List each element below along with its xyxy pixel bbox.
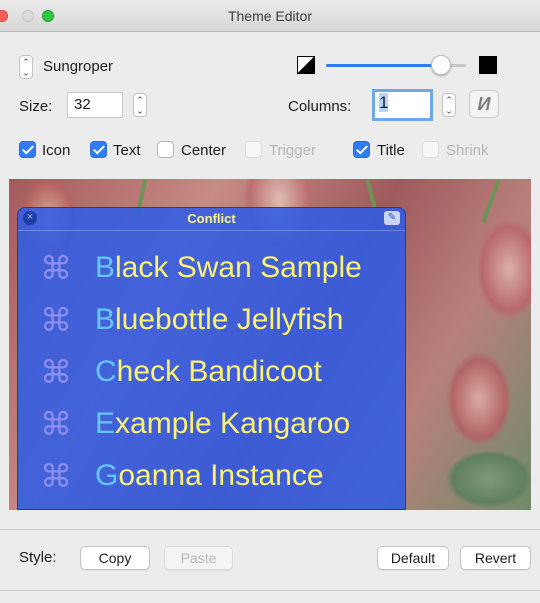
columns-value: 1 [379,93,389,112]
text-checkbox-label: Text [113,142,141,159]
list-item[interactable]: ⌘ Check Bandicoot [18,348,405,400]
item-text: Goanna Instance [95,452,324,500]
item-text: Black Swan Sample [95,244,362,292]
size-label: Size: [19,98,53,115]
list-item[interactable]: ⌘ Bluebottle Jellyfish [18,296,405,348]
flower-stem [365,179,377,210]
trigger-checkbox [245,141,262,158]
slider-knob[interactable] [431,55,451,75]
item-text: Check Bandicoot [95,348,322,396]
columns-field[interactable]: 1 [372,89,433,121]
size-field[interactable]: 32 [67,92,123,118]
text-checkbox[interactable] [90,141,107,158]
shrink-checkbox [422,141,439,158]
bottom-separator [0,529,540,530]
item-rest: luebottle Jellyfish [115,303,344,336]
item-rest: lack Swan Sample [115,251,362,284]
theme-popup-stepper-icon[interactable]: ⌃ ⌃ [19,55,33,79]
title-checkbox[interactable] [353,141,370,158]
item-rest: oanna Instance [118,459,324,492]
item-text: Example Kangaroo [95,400,350,448]
paste-button: Paste [164,546,233,570]
conflict-panel: × Conflict ✎ ⌘ Black Swan Sample ⌘ Blueb… [17,207,406,510]
item-initial: B [95,251,116,284]
item-text: Bluebottle Jellyfish [95,296,343,344]
theme-editor-window: Theme Editor ⌃ ⌃ Sungroper Size: 32 ⌃ ⌃ Co… [0,0,540,603]
columns-stepper-icon[interactable]: ⌃ ⌃ [442,93,456,117]
command-icon: ⌘ [40,458,72,494]
command-icon: ⌘ [40,406,72,442]
trigger-checkbox-label: Trigger [269,142,316,159]
panel-title: Conflict [187,211,236,226]
center-checkbox-label: Center [181,142,227,159]
item-initial: C [95,355,117,388]
edit-icon[interactable]: ✎ [384,211,400,225]
size-stepper-icon[interactable]: ⌃ ⌃ [133,93,147,117]
command-icon: ⌘ [40,354,72,390]
rotate-icon: И [477,94,491,114]
list-item[interactable]: ⌘ Example Kangaroo [18,400,405,452]
title-checkbox-label: Title [377,142,405,159]
columns-label: Columns: [288,98,352,115]
style-label: Style: [19,549,57,566]
default-button[interactable]: Default [377,546,449,570]
center-checkbox[interactable] [157,141,174,158]
title-bar: Theme Editor [0,0,540,32]
icon-checkbox[interactable] [19,141,36,158]
item-rest: heck Bandicoot [116,355,322,388]
bottom-edge [0,590,540,591]
item-initial: E [95,407,116,440]
contrast-icon [297,56,315,74]
item-initial: G [95,459,119,492]
command-icon: ⌘ [40,302,72,338]
black-square-icon [479,56,497,74]
list-item[interactable]: ⌘ Black Swan Sample [18,244,405,296]
icon-checkbox-label: Icon [42,142,71,159]
list-item[interactable]: ⌘ Goanna Instance [18,452,405,504]
window-title: Theme Editor [227,8,313,24]
slider-fill [326,64,441,67]
copy-button[interactable]: Copy [80,546,150,570]
item-rest: xample Kangaroo [115,407,351,440]
flower-stem [481,179,501,224]
contrast-slider[interactable] [326,55,466,75]
shrink-checkbox-label: Shrink [446,142,489,159]
panel-divider [18,230,405,231]
theme-name[interactable]: Sungroper [43,58,113,75]
command-icon: ⌘ [40,250,72,286]
item-initial: B [95,303,116,336]
rotate-button[interactable]: И [469,90,499,118]
revert-button[interactable]: Revert [460,546,531,570]
